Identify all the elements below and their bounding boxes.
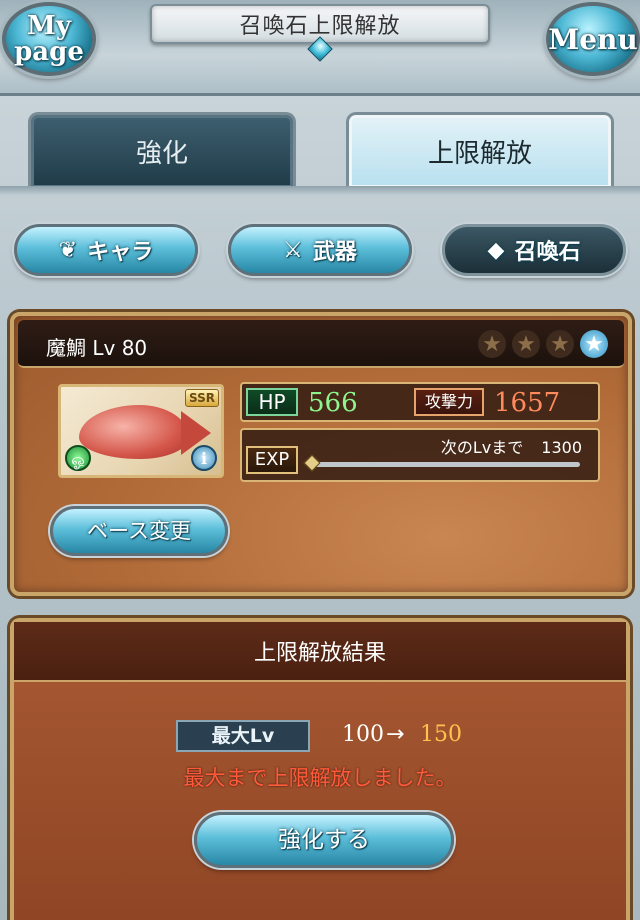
exp-next-value: 1300 [541, 438, 582, 457]
menu-label: Menu [548, 22, 638, 56]
category-summon-label: 召喚石 [514, 240, 581, 265]
menu-button[interactable]: Menu [546, 2, 640, 76]
mypage-button[interactable]: My page [2, 2, 96, 76]
star-icon: ★ [478, 330, 506, 358]
star-icon: ★ [580, 330, 608, 358]
enhance-button[interactable]: 強化する [194, 812, 454, 868]
limit-break-result-panel: 上限解放結果 最大Lv 100 → 150 最大まで上限解放しました。 強化する [10, 618, 630, 920]
exp-box: EXP 次のLvまで 1300 [240, 428, 600, 482]
summon-art [79, 405, 189, 459]
base-change-label: ベース変更 [87, 519, 191, 543]
arrow-icon: → [386, 722, 405, 747]
exp-bar [308, 462, 580, 467]
category-summon-button[interactable]: ◆ 召喚石 [442, 224, 626, 276]
stat-box: HP 566 攻撃力 1657 [240, 382, 600, 422]
wind-element-icon: ஓ [65, 445, 91, 471]
exp-label: EXP [246, 446, 298, 474]
star-icon: ★ [512, 330, 540, 358]
result-title: 上限解放結果 [253, 641, 386, 666]
category-weapon-button[interactable]: ⚔ 武器 [228, 224, 412, 276]
hp-label: HP [246, 388, 298, 416]
hp-value: 566 [308, 388, 358, 418]
character-icon: ❦ [58, 237, 78, 263]
summon-name-bar: 魔鯛 Lv 80 ★ ★ ★ ★ [18, 320, 624, 368]
summon-name-level: 魔鯛 Lv 80 [46, 336, 148, 360]
category-character-label: キャラ [87, 240, 154, 265]
max-lv-to: 150 [420, 722, 462, 747]
tab-limit-break-label: 上限解放 [427, 139, 532, 169]
tab-limit-break[interactable]: 上限解放 [346, 112, 614, 188]
enhance-label: 強化する [278, 827, 370, 853]
star-icon: ★ [546, 330, 574, 358]
summon-card-panel: 魔鯛 Lv 80 ★ ★ ★ ★ SSR ஓ i HP 566 攻撃力 1657… [10, 312, 632, 596]
exp-next: 次のLvまで 1300 [441, 434, 582, 458]
category-character-button[interactable]: ❦ キャラ [14, 224, 198, 276]
tab-rail [0, 186, 640, 196]
result-message: 最大まで上限解放しました。 [183, 766, 457, 790]
info-icon[interactable]: i [191, 445, 217, 471]
rarity-badge: SSR [185, 389, 219, 407]
atk-value: 1657 [494, 388, 561, 418]
tab-enhance-label: 強化 [135, 139, 188, 169]
mypage-label: My page [14, 11, 84, 67]
header-bar: My page 召喚石上限解放 Menu [0, 0, 640, 96]
page-title: 召喚石上限解放 [239, 14, 401, 39]
uncap-stars: ★ ★ ★ ★ [478, 330, 608, 358]
summon-stone-icon: ◆ [487, 237, 505, 263]
category-weapon-label: 武器 [312, 240, 357, 265]
base-change-button[interactable]: ベース変更 [50, 506, 228, 556]
weapon-icon: ⚔ [283, 237, 303, 263]
max-lv-label: 最大Lv [176, 720, 310, 752]
summon-portrait[interactable]: SSR ஓ i [58, 384, 224, 478]
max-lv-from: 100 [342, 722, 384, 747]
exp-bar-knob [303, 454, 321, 472]
result-header: 上限解放結果 [14, 622, 626, 682]
exp-next-label: 次のLvまで [440, 438, 524, 457]
tab-enhance[interactable]: 強化 [28, 112, 296, 188]
atk-label: 攻撃力 [414, 388, 484, 416]
